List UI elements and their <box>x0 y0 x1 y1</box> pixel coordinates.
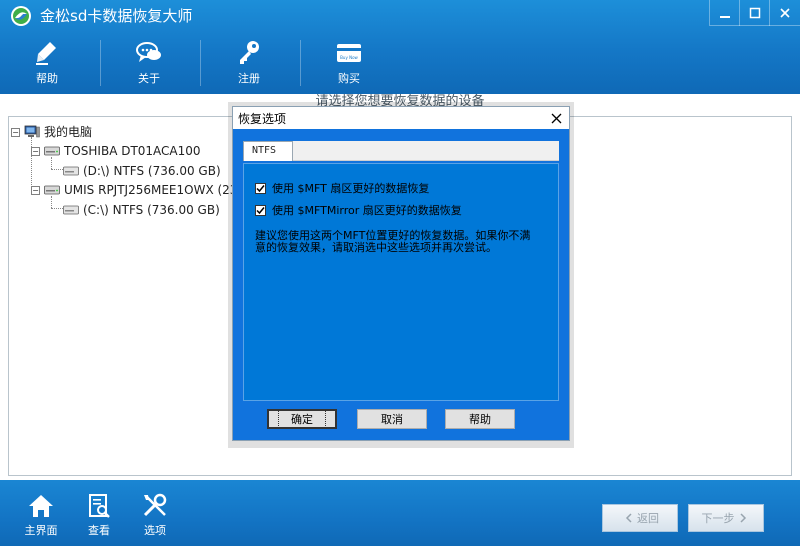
tree-label-partition-c: (C:\) NTFS (736.00 GB) <box>83 203 220 217</box>
collapse-toggle-icon[interactable]: − <box>31 185 40 195</box>
dialog-help-button[interactable]: 帮助 <box>445 409 515 429</box>
toolbar-help-label: 帮助 <box>36 72 58 85</box>
checkmark-icon <box>256 184 265 192</box>
tree-label-disk-umis: UMIS RPJTJ256MEE1OWX (238 <box>64 183 246 197</box>
maximize-button[interactable] <box>740 0 770 26</box>
collapse-toggle-icon[interactable]: − <box>11 127 20 137</box>
view-icon <box>89 494 110 518</box>
bottom-nav-home[interactable]: 主界面 <box>16 492 66 542</box>
tree-item-partition-c[interactable]: (C:\) NTFS (736.00 GB) <box>63 201 220 219</box>
chevron-left-icon <box>625 513 632 523</box>
tree-item-partition-d[interactable]: (D:\) NTFS (736.00 GB) <box>63 162 221 180</box>
hint-line: 意的恢复效果，请取消选中这些选项并再次尝试。 <box>255 241 497 254</box>
cancel-button[interactable]: 取消 <box>357 409 427 429</box>
option-mft-label: 使用 $MFT 扇区更好的数据恢复 <box>272 182 430 195</box>
tab-strip: NTFS <box>243 141 559 161</box>
bottom-bar: 主界面 查看 选项 返回 下一步 <box>0 480 800 546</box>
next-button-label: 下一步 <box>701 512 735 525</box>
recovery-hint-text: 建议您使用这两个MFT位置更好的恢复数据。如果你不满 意的恢复效果，请取消选中这… <box>255 230 551 254</box>
tree-item-disk-umis[interactable]: − UMIS RPJTJ256MEE1OWX (238 <box>31 181 245 199</box>
close-icon <box>780 8 790 18</box>
back-button-label: 返回 <box>637 512 659 525</box>
close-icon <box>551 113 561 123</box>
window-controls <box>709 0 800 26</box>
dialog-title: 恢复选项 <box>238 112 287 126</box>
home-icon <box>29 495 53 517</box>
toolbar-buy-label: 购买 <box>338 72 360 85</box>
card-text: Buy Now <box>340 55 358 60</box>
bottom-nav-options-label: 选项 <box>144 524 166 537</box>
bottom-nav-view-label: 查看 <box>88 524 110 537</box>
partition-icon <box>63 166 79 176</box>
toolbar-about-button[interactable]: 关于 <box>114 38 184 88</box>
key-icon <box>240 41 259 64</box>
computer-icon <box>24 125 40 138</box>
tools-icon <box>143 493 167 517</box>
option-mft-row[interactable]: 使用 $MFT 扇区更好的数据恢复 <box>255 180 429 196</box>
tree-connector <box>51 208 63 209</box>
toolbar-help-button[interactable]: 帮助 <box>12 38 82 88</box>
hard-disk-icon <box>44 185 60 195</box>
toolbar: 帮助 关于 注册 Buy Now 购买 <box>0 32 420 92</box>
ok-button-label: 确定 <box>278 410 326 428</box>
hard-disk-icon <box>44 146 60 156</box>
toolbar-buy-button[interactable]: Buy Now 购买 <box>314 38 384 88</box>
toolbar-register-button[interactable]: 注册 <box>214 38 284 88</box>
dialog-help-button-label: 帮助 <box>469 413 491 426</box>
tree-label-partition-d: (D:\) NTFS (736.00 GB) <box>83 164 221 178</box>
card-icon: Buy Now <box>337 44 361 62</box>
toolbar-about-label: 关于 <box>138 72 160 85</box>
tree-label-my-computer: 我的电脑 <box>44 125 93 139</box>
toolbar-divider <box>300 40 301 86</box>
maximize-icon <box>749 7 760 19</box>
tree-item-my-computer[interactable]: − 我的电脑 <box>11 123 92 141</box>
tree-label-disk-toshiba: TOSHIBA DT01ACA100 <box>64 144 201 158</box>
app-title: 金松sd卡数据恢复大师 <box>40 7 193 25</box>
option-mftmirror-checkbox[interactable] <box>255 204 266 216</box>
collapse-toggle-icon[interactable]: − <box>31 146 40 156</box>
chat-icon <box>136 42 161 62</box>
toolbar-divider <box>200 40 201 86</box>
bottom-nav-options[interactable]: 选项 <box>130 492 180 542</box>
tab-page-ntfs: 使用 $MFT 扇区更好的数据恢复 使用 $MFTMirror 扇区更好的数据恢… <box>243 163 559 401</box>
next-button[interactable]: 下一步 <box>688 504 764 532</box>
pen-icon <box>36 42 56 65</box>
toolbar-register-label: 注册 <box>238 72 260 85</box>
option-mftmirror-row[interactable]: 使用 $MFTMirror 扇区更好的数据恢复 <box>255 202 462 218</box>
dialog-close-button[interactable] <box>547 109 565 127</box>
checkmark-icon <box>256 206 265 214</box>
minimize-button[interactable] <box>710 0 740 26</box>
title-bar: 金松sd卡数据恢复大师 帮助 关于 注册 Buy Now 购买 <box>0 0 800 94</box>
close-button[interactable] <box>770 0 800 26</box>
bottom-nav-home-label: 主界面 <box>24 524 58 537</box>
tree-connector <box>51 169 63 170</box>
toolbar-divider <box>100 40 101 86</box>
tab-ntfs[interactable]: NTFS <box>243 141 293 161</box>
partition-icon <box>63 205 79 215</box>
option-mft-checkbox[interactable] <box>255 182 266 194</box>
dialog-body: NTFS 使用 $MFT 扇区更好的数据恢复 使用 $MFTMirror 扇区更… <box>233 129 569 440</box>
dialog-title-bar: 恢复选项 <box>233 107 569 129</box>
tree-item-disk-toshiba[interactable]: − TOSHIBA DT01ACA100 <box>31 142 201 160</box>
ok-button[interactable]: 确定 <box>267 409 337 429</box>
chevron-right-icon <box>739 513 746 523</box>
minimize-icon <box>719 16 730 18</box>
cancel-button-label: 取消 <box>381 413 403 426</box>
app-logo-icon <box>10 5 32 27</box>
recovery-options-dialog: 恢复选项 NTFS 使用 $MFT 扇区更好的数据恢复 使用 $MFTMirro… <box>232 106 570 441</box>
option-mftmirror-label: 使用 $MFTMirror 扇区更好的数据恢复 <box>272 204 462 217</box>
back-button[interactable]: 返回 <box>602 504 678 532</box>
bottom-nav-view[interactable]: 查看 <box>74 492 124 542</box>
